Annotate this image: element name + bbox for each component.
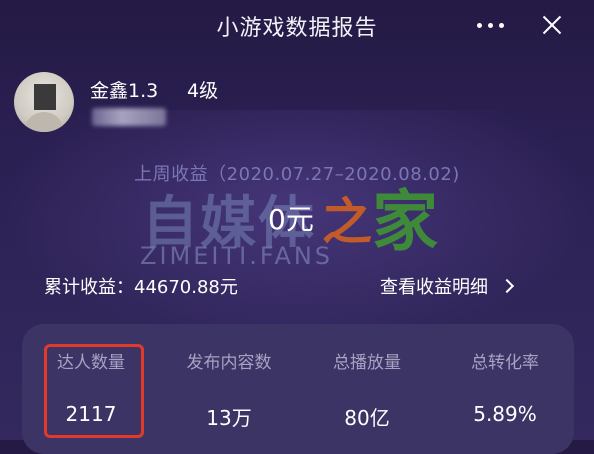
stat-value: 80亿: [344, 406, 390, 430]
more-options-button[interactable]: [472, 10, 508, 40]
income-detail-label: 查看收益明细: [380, 277, 488, 298]
watermark-jia: 家: [372, 183, 438, 260]
stat-label: 发布内容数: [186, 353, 272, 373]
avatar: [14, 72, 74, 132]
stat-label: 总转化率: [471, 353, 539, 373]
user-level: 4级: [187, 80, 219, 102]
stat-label: 总播放量: [333, 353, 401, 373]
more-dots-icon: [476, 22, 482, 28]
more-dots-icon: [498, 22, 504, 28]
stat-value: 13万: [206, 406, 252, 430]
header-bar: 小游戏数据报告: [0, 0, 594, 52]
highlight-box: [44, 344, 144, 438]
stat-value: 5.89%: [473, 402, 537, 426]
user-subtitle-blurred: [92, 108, 166, 126]
income-detail-link[interactable]: 查看收益明细: [380, 273, 515, 299]
avatar-face-censor: [34, 84, 56, 110]
stat-content-count: 发布内容数 13万: [160, 324, 298, 440]
week-income-value: 0元: [268, 203, 314, 236]
total-income: 累计收益：44670.88元: [44, 277, 238, 298]
stat-total-plays: 总播放量 80亿: [298, 324, 436, 440]
user-name: 金鑫1.3: [90, 80, 159, 102]
close-icon[interactable]: [535, 8, 569, 42]
more-dots-icon: [487, 22, 493, 28]
watermark-url: ZIMEITI.FANS: [140, 242, 334, 270]
stat-conversion-rate: 总转化率 5.89%: [436, 324, 574, 440]
avatar-body: [24, 112, 64, 132]
chevron-right-icon: [499, 278, 515, 294]
